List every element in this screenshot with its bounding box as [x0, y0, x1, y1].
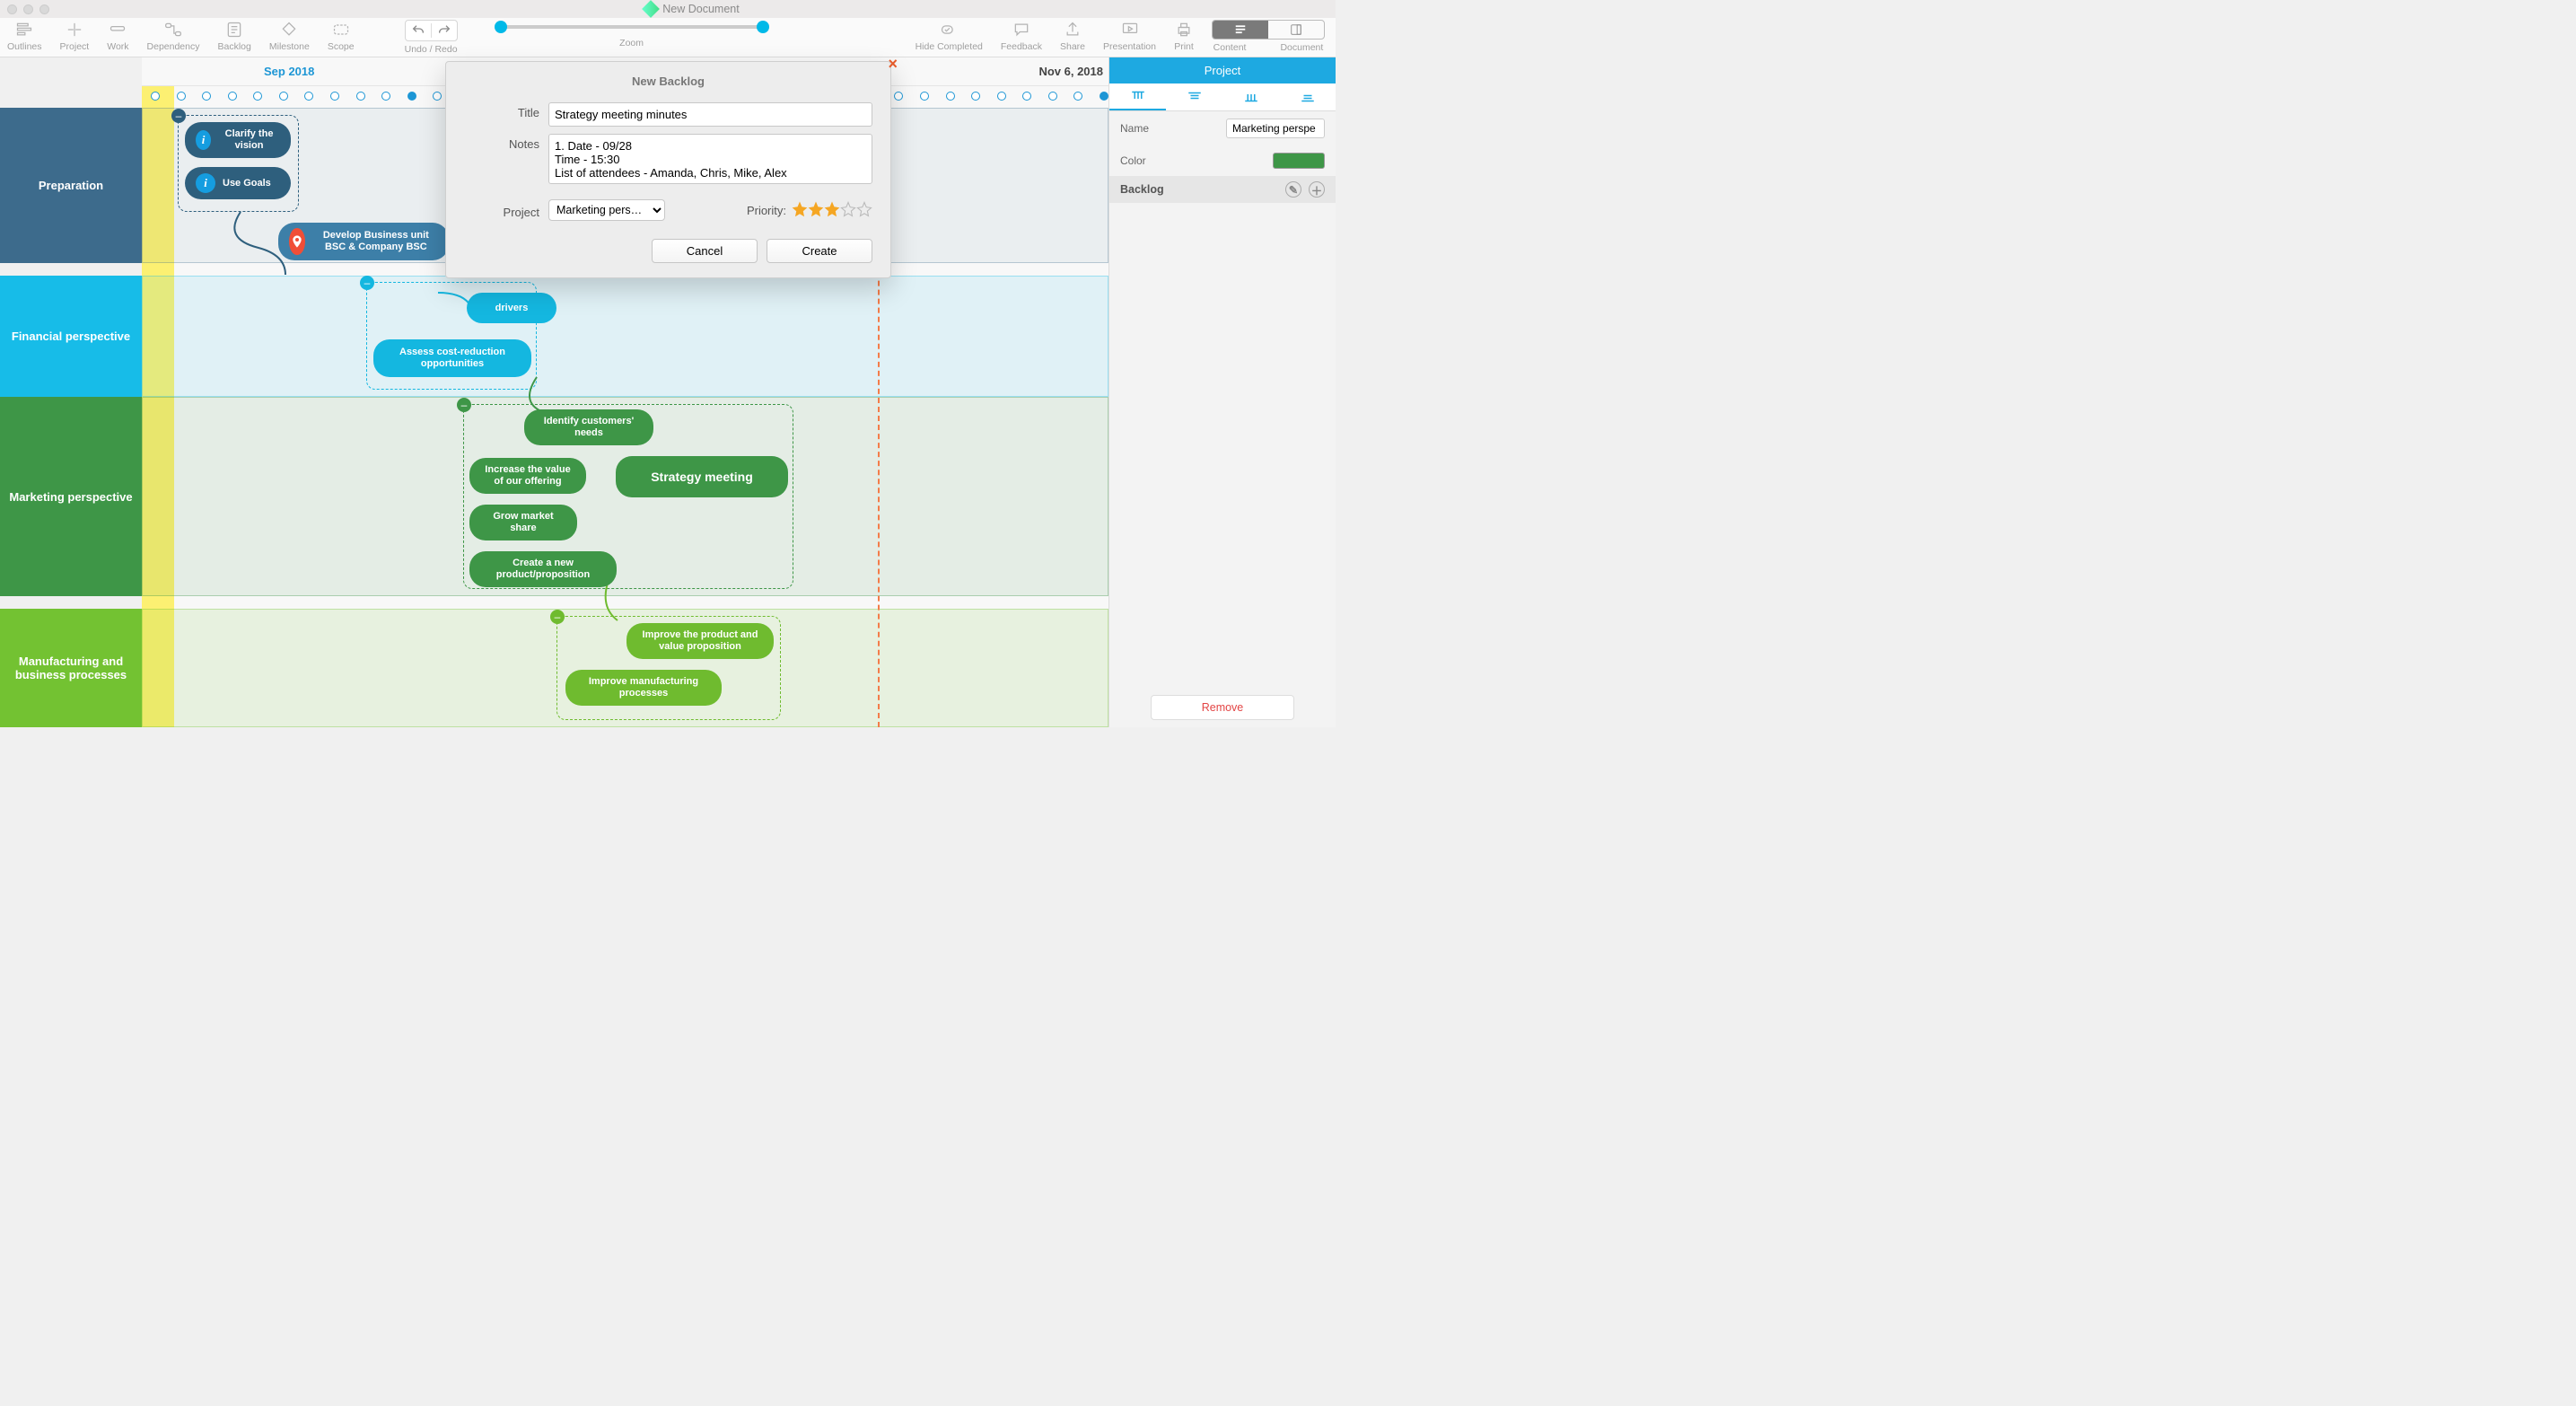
app-icon — [642, 0, 660, 18]
timeline-start-date: Sep 2018 — [264, 65, 314, 78]
segment-view: ContentDocument — [1212, 20, 1325, 53]
notes-label: Notes — [464, 134, 548, 151]
priority-star-4[interactable] — [840, 207, 856, 220]
project-name-input[interactable] — [1226, 119, 1325, 138]
location-pin-icon — [289, 228, 305, 255]
node-strategy-meeting[interactable]: Strategy meeting — [616, 456, 788, 497]
dialog-title: New Backlog — [446, 62, 890, 99]
sidepanel-title: Project — [1109, 57, 1336, 83]
priority-label: Priority: — [747, 204, 786, 217]
info-icon: i — [196, 173, 215, 193]
tb-project[interactable]: Project — [60, 20, 90, 52]
tb-backlog[interactable]: Backlog — [218, 20, 251, 52]
node-improve-mfg[interactable]: Improve manufacturing processes — [565, 670, 722, 706]
sp-tab-align-4[interactable] — [1279, 83, 1336, 110]
timeline-end-date: Nov 6, 2018 — [1038, 65, 1103, 78]
info-icon: i — [196, 130, 211, 150]
backlog-notes-input[interactable] — [548, 134, 872, 184]
add-backlog-button[interactable]: ＋ — [1309, 181, 1325, 198]
window-title: New Document — [662, 3, 739, 15]
node-assess-cost[interactable]: Assess cost-reduction opportunities — [373, 339, 531, 377]
node-increase-value[interactable]: Increase the value of our offering — [469, 458, 586, 494]
window-zoom-btn[interactable] — [39, 4, 49, 14]
dialog-close-icon[interactable]: × — [888, 55, 898, 74]
toolbar: Outlines Project Work Dependency Backlog… — [0, 18, 1336, 57]
sp-tab-align-top[interactable] — [1109, 83, 1166, 110]
priority-star-5[interactable] — [856, 207, 872, 220]
tb-dependency[interactable]: Dependency — [147, 20, 200, 52]
node-grow-share[interactable]: Grow market share — [469, 505, 577, 540]
tb-print[interactable]: Print — [1174, 20, 1194, 52]
collapse-icon[interactable]: – — [171, 109, 186, 123]
name-label: Name — [1120, 122, 1149, 135]
sp-tab-align-2[interactable] — [1166, 83, 1222, 110]
zoom-slider[interactable]: Zoom — [488, 20, 775, 48]
lane-marketing[interactable]: Marketing perspective — [0, 397, 142, 596]
backlog-project-select[interactable]: Marketing pers… — [548, 199, 665, 221]
collapse-icon[interactable]: – — [457, 398, 471, 412]
color-swatch[interactable] — [1273, 153, 1325, 169]
remove-button[interactable]: Remove — [1151, 695, 1294, 720]
tb-undo-redo: Undo / Redo — [405, 20, 458, 55]
edit-backlog-button[interactable]: ✎ — [1285, 181, 1301, 198]
tb-hide-completed[interactable]: Hide Completed — [916, 20, 983, 52]
node-identify-needs[interactable]: Identify customers' needs — [524, 409, 653, 445]
priority-star-2[interactable] — [808, 207, 824, 220]
lane-financial[interactable]: Financial perspective — [0, 276, 142, 397]
tb-scope[interactable]: Scope — [328, 20, 355, 52]
create-button[interactable]: Create — [767, 239, 872, 263]
side-panel: Project Name Color Backlog ✎ ＋ Remove — [1108, 57, 1336, 727]
title-label: Title — [464, 102, 548, 119]
color-label: Color — [1120, 154, 1146, 167]
lane-preparation[interactable]: Preparation — [0, 108, 142, 263]
sp-tab-align-bottom[interactable] — [1222, 83, 1279, 110]
backlog-title-input[interactable] — [548, 102, 872, 127]
titlebar: New Document — [0, 0, 1336, 18]
node-develop-bsc[interactable]: Develop Business unit BSC & Company BSC — [278, 223, 449, 260]
priority-star-3[interactable] — [824, 207, 840, 220]
window-close-btn[interactable] — [7, 4, 17, 14]
redo-button[interactable] — [432, 23, 457, 38]
tb-work[interactable]: Work — [107, 20, 128, 52]
tb-outlines[interactable]: Outlines — [7, 20, 42, 52]
tb-feedback[interactable]: Feedback — [1001, 20, 1042, 52]
segment-content[interactable] — [1213, 21, 1268, 39]
window-minimize-btn[interactable] — [23, 4, 33, 14]
cancel-button[interactable]: Cancel — [652, 239, 758, 263]
tb-milestone[interactable]: Milestone — [269, 20, 310, 52]
priority-star-1[interactable] — [792, 207, 808, 220]
collapse-icon[interactable]: – — [550, 610, 565, 624]
collapse-icon[interactable]: – — [360, 276, 374, 290]
backlog-section-header: Backlog ✎ ＋ — [1109, 176, 1336, 203]
undo-button[interactable] — [406, 23, 431, 38]
project-label: Project — [464, 202, 548, 219]
segment-document[interactable] — [1268, 21, 1324, 39]
tb-presentation[interactable]: Presentation — [1103, 20, 1156, 52]
node-clarify-vision[interactable]: iClarify the vision — [185, 122, 291, 158]
node-drivers[interactable]: drivers — [467, 293, 556, 323]
node-create-product[interactable]: Create a new product/proposition — [469, 551, 617, 587]
node-improve-product[interactable]: Improve the product and value propositio… — [626, 623, 774, 659]
new-backlog-dialog: × New Backlog Title Notes Project Market… — [445, 61, 891, 278]
lane-manufacturing[interactable]: Manufacturing and business processes — [0, 609, 142, 727]
node-use-goals[interactable]: iUse Goals — [185, 167, 291, 199]
tb-share[interactable]: Share — [1060, 20, 1085, 52]
